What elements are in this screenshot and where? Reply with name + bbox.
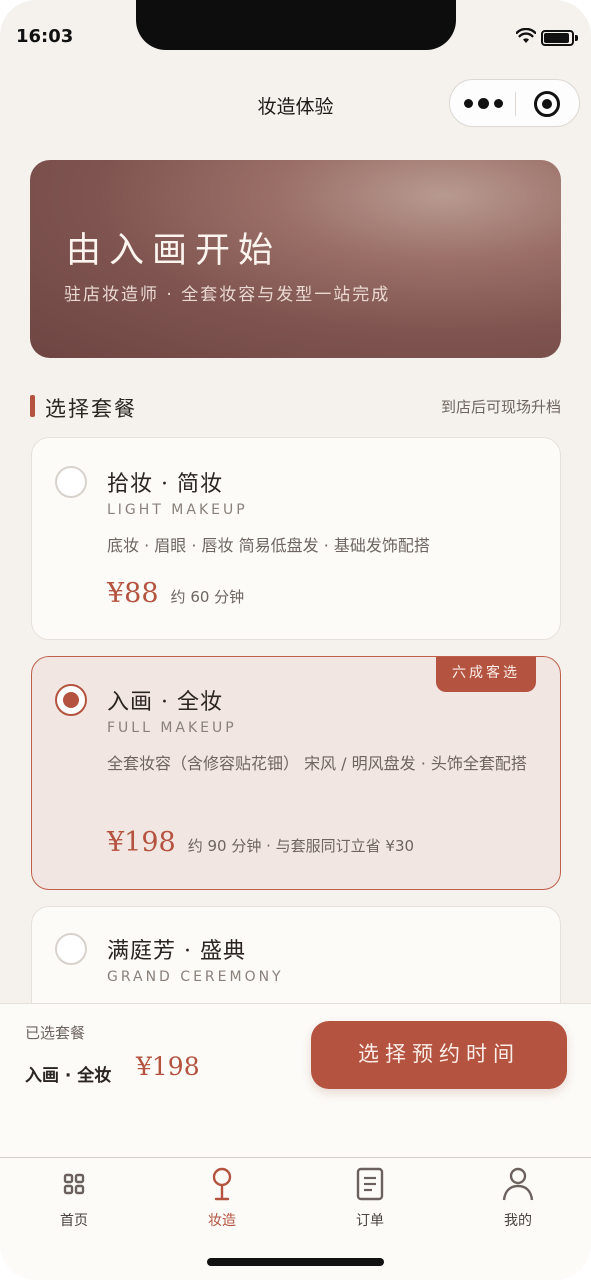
tab-makeup[interactable]: 妆造 [148, 1158, 296, 1238]
section-title: 选择套餐 [45, 397, 137, 421]
selected-label: 已选套餐 [25, 1024, 86, 1042]
package-description: 全套妆容（含修容贴花钿） 宋风 / 明风盘发 · 头饰全套配搭 [107, 754, 527, 773]
section-accent-bar [30, 395, 35, 417]
checkout-bar: 已选套餐 入画 · 全妆 ¥198 选择预约时间 [0, 1003, 591, 1157]
grid-icon [63, 1173, 85, 1195]
hero-banner: 由入画开始 驻店妆造师 · 全套妆容与发型一站完成 [30, 160, 561, 358]
package-duration: 约 60 分钟 [170, 588, 245, 606]
section-note: 到店后可现场升档 [440, 398, 561, 416]
popular-badge: 六成客选 [436, 657, 536, 692]
package-name: 拾妆 · 简妆 [107, 472, 223, 497]
battery-icon [541, 30, 579, 46]
price-row: ¥198 约 90 分钟 · 与套服同订立省 ¥30 [107, 827, 414, 858]
radio-button-selected[interactable] [55, 684, 87, 716]
close-target-icon[interactable] [534, 91, 560, 117]
status-time: 16:03 [16, 26, 74, 47]
price-row: ¥88 约 60 分钟 [107, 578, 244, 609]
package-card-full[interactable]: 六成客选 入画 · 全妆 FULL MAKEUP 全套妆容（含修容贴花钿） 宋风… [31, 656, 561, 890]
package-duration: 约 90 分钟 · 与套服同订立省 ¥30 [187, 837, 415, 855]
package-english-name: LIGHT MAKEUP [107, 502, 248, 518]
mirror-icon [212, 1167, 232, 1201]
package-english-name: GRAND CEREMONY [107, 969, 284, 985]
radio-button[interactable] [55, 933, 87, 965]
person-icon [502, 1167, 534, 1201]
capsule-divider [515, 92, 516, 116]
package-price: ¥198 [107, 827, 176, 858]
package-english-name: FULL MAKEUP [107, 720, 237, 736]
tab-label: 订单 [356, 1213, 384, 1229]
radio-button[interactable] [55, 466, 87, 498]
hero-title: 由入画开始 [66, 231, 282, 271]
status-bar: 16:03 [0, 0, 591, 56]
selected-package-price: ¥198 [136, 1052, 200, 1081]
notch [136, 0, 456, 50]
tab-label: 首页 [60, 1213, 88, 1229]
tab-label: 妆造 [208, 1213, 236, 1229]
package-name: 满庭芳 · 盛典 [107, 939, 246, 964]
tab-orders[interactable]: 订单 [296, 1158, 444, 1238]
home-indicator [207, 1258, 384, 1266]
hero-subtitle: 驻店妆造师 · 全套妆容与发型一站完成 [64, 285, 391, 305]
wifi-icon [516, 28, 536, 43]
choose-time-button[interactable]: 选择预约时间 [311, 1021, 567, 1089]
package-name: 入画 · 全妆 [107, 690, 223, 715]
package-price: ¥88 [107, 578, 159, 609]
more-icon[interactable] [464, 94, 504, 114]
tab-home[interactable]: 首页 [0, 1158, 148, 1238]
selected-package-name: 入画 · 全妆 [25, 1066, 112, 1086]
tab-label: 我的 [504, 1213, 532, 1229]
tab-profile[interactable]: 我的 [444, 1158, 591, 1238]
phone-screen: 16:03 妆造体验 由入画开始 驻店妆造师 · 全套妆容与发型一站完成 选择套… [0, 0, 591, 1280]
document-icon [356, 1167, 384, 1201]
package-card-light[interactable]: 拾妆 · 简妆 LIGHT MAKEUP 底妆 · 眉眼 · 唇妆 简易低盘发 … [31, 437, 561, 640]
mini-program-capsule [449, 79, 580, 127]
package-description: 底妆 · 眉眼 · 唇妆 简易低盘发 · 基础发饰配搭 [107, 536, 430, 555]
